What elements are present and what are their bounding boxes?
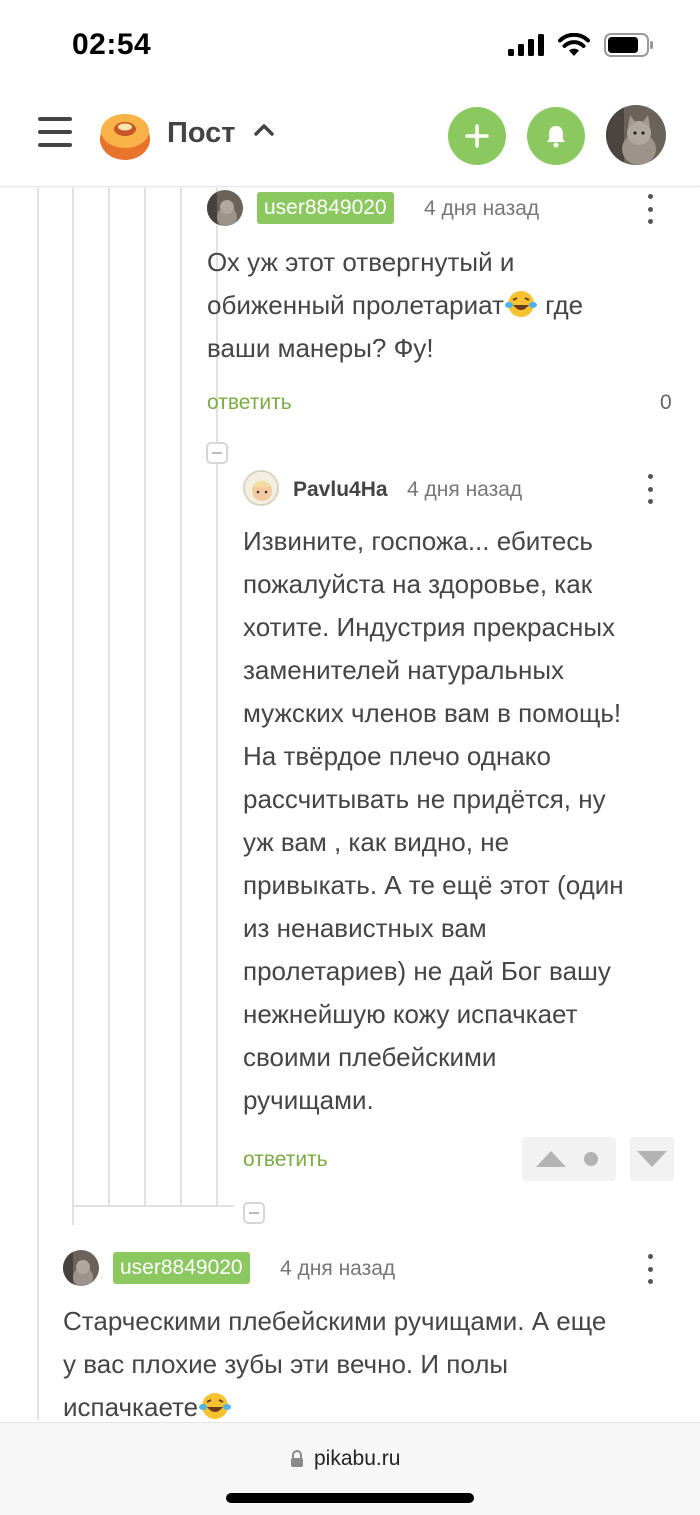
avatar[interactable] — [63, 1250, 99, 1286]
collapse-toggle[interactable] — [243, 1202, 265, 1224]
comment-text: Извините, госпожа... ебитесь пожалуйста … — [243, 526, 624, 1115]
more-icon[interactable] — [648, 194, 654, 224]
comment-time: 4 дня назад — [407, 478, 523, 501]
upvote-icon[interactable] — [536, 1151, 566, 1167]
thread-line — [72, 1205, 234, 1207]
plus-icon — [465, 124, 489, 148]
page-title[interactable]: Пост — [167, 117, 236, 150]
laughing-emoji-icon — [504, 289, 538, 319]
add-post-button[interactable] — [448, 107, 506, 165]
browser-url-bar[interactable]: pikabu.ru — [0, 1422, 700, 1515]
notifications-button[interactable] — [527, 107, 585, 165]
status-time: 02:54 — [72, 28, 152, 61]
battery-icon — [604, 33, 653, 57]
comment-text: Старческими плебейскими ручищами. А еще … — [63, 1306, 607, 1422]
thread-line — [37, 188, 39, 1420]
downvote-icon[interactable] — [637, 1151, 667, 1167]
username-badge[interactable]: user8849020 — [113, 1252, 250, 1284]
reply-link[interactable]: ответить — [243, 1148, 328, 1172]
vote-up-group — [522, 1137, 616, 1181]
signal-icon — [508, 34, 544, 56]
laughing-emoji-icon — [198, 1391, 232, 1421]
menu-icon[interactable] — [38, 117, 72, 151]
collapse-toggle[interactable] — [206, 442, 228, 464]
url-text[interactable]: pikabu.ru — [314, 1447, 400, 1471]
lock-icon — [291, 1450, 303, 1467]
thread-line — [108, 188, 110, 1206]
comment-time: 4 дня назад — [280, 1257, 396, 1280]
chevron-up-icon[interactable] — [253, 119, 275, 141]
thread-line — [180, 188, 182, 1206]
thread-line — [216, 462, 218, 1206]
username-badge[interactable]: user8849020 — [257, 192, 394, 224]
status-bar: 02:54 — [0, 0, 700, 95]
wifi-icon — [558, 33, 590, 56]
comment-time: 4 дня назад — [424, 197, 540, 220]
user-avatar[interactable] — [606, 105, 666, 165]
thread-line — [72, 188, 74, 1225]
avatar[interactable] — [207, 190, 243, 226]
rating-count: 0 — [660, 391, 672, 414]
bell-icon — [547, 126, 565, 148]
username[interactable]: Pavlu4Ha — [293, 478, 388, 502]
avatar[interactable] — [243, 470, 279, 506]
home-indicator[interactable] — [226, 1493, 474, 1503]
more-icon[interactable] — [648, 474, 654, 504]
comment-text: Ох уж этот отвергнутый и обиженный проле… — [207, 247, 584, 363]
vote-down-group — [630, 1137, 674, 1181]
app-header: Пост — [0, 95, 700, 187]
more-icon[interactable] — [648, 1254, 654, 1284]
thread-line — [144, 188, 146, 1206]
rating-dot — [584, 1152, 598, 1166]
pikabu-logo[interactable] — [98, 109, 152, 161]
reply-link[interactable]: ответить — [207, 391, 292, 415]
